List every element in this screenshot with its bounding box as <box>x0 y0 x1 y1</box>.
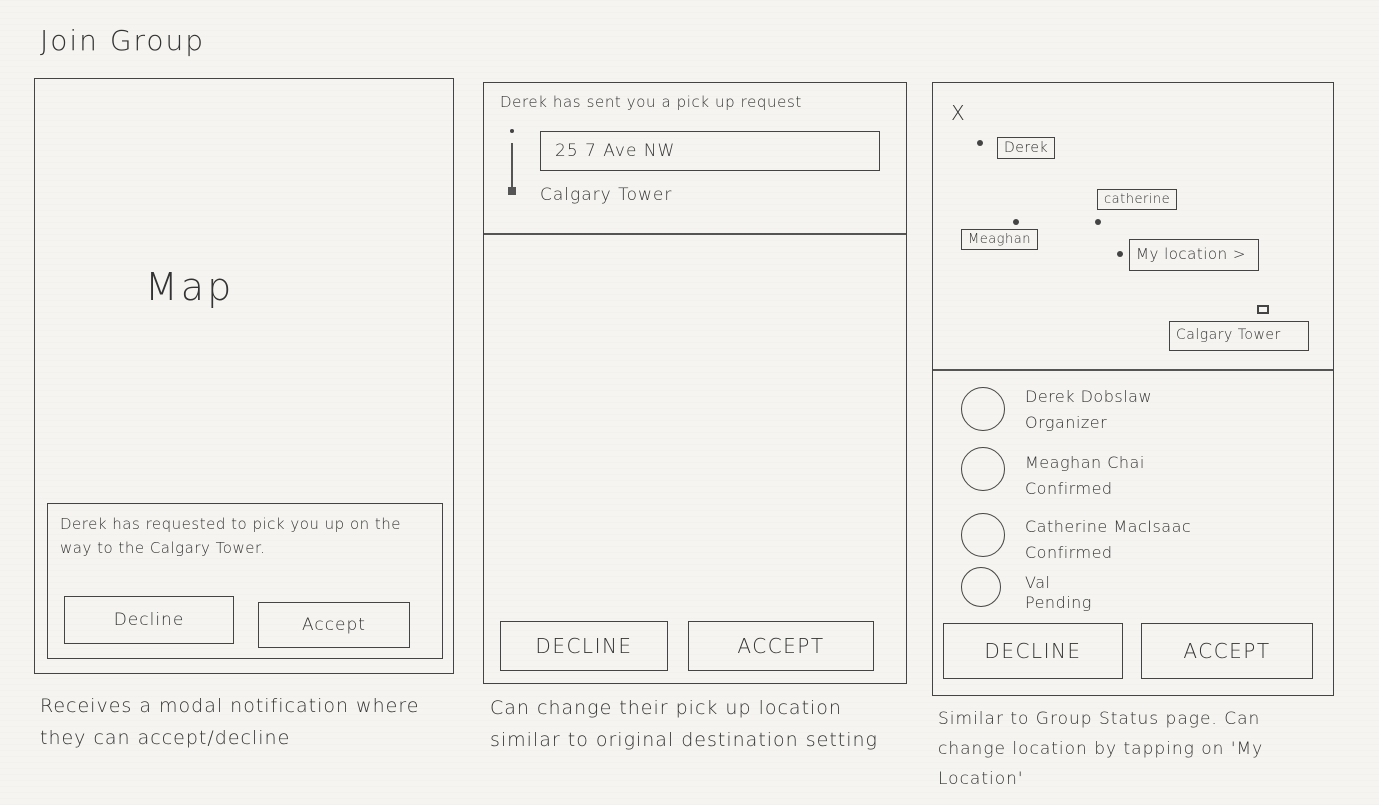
destination-marker-icon <box>508 187 516 195</box>
avatar <box>961 567 1001 607</box>
meaghan-location-dot <box>1013 219 1019 225</box>
avatar <box>961 513 1005 557</box>
catherine-location-dot <box>1095 219 1101 225</box>
request-header: Derek has sent you a pick up request <box>500 93 802 111</box>
accept-button[interactable]: ACCEPT <box>688 621 874 671</box>
avatar <box>961 387 1005 431</box>
screen-2-caption: Can change their pick up location simila… <box>490 697 878 751</box>
map-tag-derek[interactable]: Derek <box>997 137 1056 159</box>
member-status: Confirmed <box>1025 543 1113 562</box>
screen-2-frame: Derek has sent you a pick up request 25 … <box>483 82 907 684</box>
accept-button[interactable]: Accept <box>258 602 410 648</box>
close-icon[interactable]: X <box>951 101 965 125</box>
decline-button[interactable]: DECLINE <box>500 621 668 671</box>
member-status: Pending <box>1025 593 1092 612</box>
screen-1-caption: Receives a modal notification where they… <box>40 695 420 749</box>
pickup-location-value: 25 7 Ave NW <box>555 141 676 161</box>
map-tag-meaghan[interactable]: Meaghan <box>961 229 1038 250</box>
accept-button[interactable]: ACCEPT <box>1141 623 1313 679</box>
notification-modal: Derek has requested to pick you up on th… <box>47 503 443 659</box>
member-name: Catherine MacIsaac <box>1025 517 1192 536</box>
member-status: Organizer <box>1025 413 1108 432</box>
map-divider <box>933 369 1333 371</box>
destination-label: Calgary Tower <box>540 185 673 205</box>
route-line-icon <box>511 143 513 187</box>
header-divider <box>484 233 906 235</box>
decline-button[interactable]: Decline <box>64 596 234 644</box>
my-location-button[interactable]: My location > <box>1129 239 1259 271</box>
derek-location-dot <box>977 140 983 146</box>
map-label: Map <box>145 265 235 309</box>
member-name: Val <box>1025 573 1051 592</box>
avatar <box>961 447 1005 491</box>
member-name: Derek Dobslaw <box>1025 387 1153 406</box>
decline-button[interactable]: DECLINE <box>943 623 1123 679</box>
screen-3-frame: X Derek catherine Meaghan My location > … <box>932 82 1334 696</box>
screen-1-frame: Map Derek has requested to pick you up o… <box>34 78 454 674</box>
member-name: Meaghan Chai <box>1025 453 1145 472</box>
member-status: Confirmed <box>1025 479 1113 498</box>
map-tag-calgary-tower: Calgary Tower <box>1169 321 1309 351</box>
map-tag-catherine[interactable]: catherine <box>1097 189 1178 210</box>
origin-marker-icon <box>510 129 514 133</box>
screen-3-caption: Similar to Group Status page. Can change… <box>938 709 1264 789</box>
page-title: Join Group <box>40 24 206 57</box>
pickup-location-input[interactable]: 25 7 Ave NW <box>540 131 880 171</box>
destination-marker-icon <box>1257 305 1269 314</box>
my-location-dot <box>1117 251 1123 257</box>
modal-message: Derek has requested to pick you up on th… <box>60 515 402 557</box>
